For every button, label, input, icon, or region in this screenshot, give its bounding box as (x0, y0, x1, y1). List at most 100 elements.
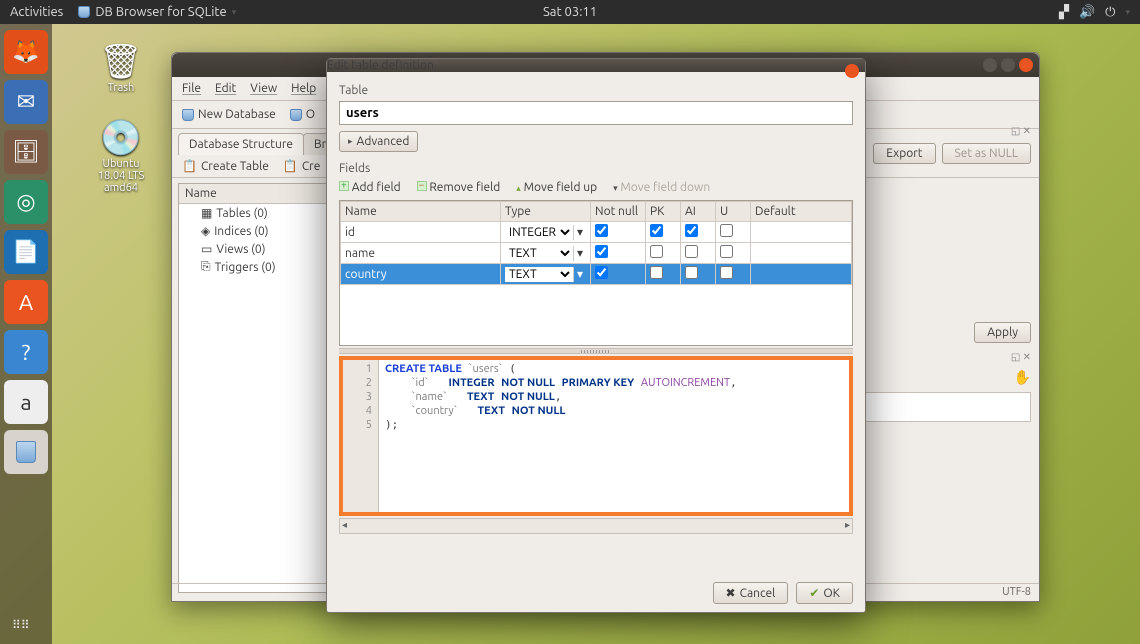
cancel-button[interactable]: ✖Cancel (713, 582, 789, 604)
tree-indices[interactable]: ◈Indices (0) (179, 222, 327, 240)
dock-sqlitebrowser[interactable] (4, 430, 48, 474)
field-pk-cell[interactable] (646, 243, 681, 264)
dock-rhythmbox[interactable]: ◎ (4, 180, 48, 224)
field-default-cell[interactable] (751, 243, 852, 264)
field-row[interactable]: nameTEXT▾ (341, 243, 852, 264)
field-name-cell[interactable]: id (341, 222, 501, 243)
fields-grid-empty[interactable] (340, 285, 852, 345)
dialog-titlebar[interactable]: Edit table definition (327, 59, 865, 72)
dock-help[interactable]: ? (4, 330, 48, 374)
tree-tables[interactable]: ▦Tables (0) (179, 204, 327, 222)
panel-ctrls-2[interactable]: ◱ ✕ (861, 351, 1031, 363)
apply-button[interactable]: Apply (974, 322, 1031, 343)
u-checkbox[interactable] (720, 245, 733, 258)
u-checkbox[interactable] (720, 266, 733, 279)
field-row[interactable]: countryTEXT▾ (341, 264, 852, 285)
col-name[interactable]: Name (341, 202, 501, 222)
add-field-button[interactable]: Add field (339, 181, 401, 194)
create-index-button[interactable]: 📋 Cre (283, 159, 320, 173)
field-ai-cell[interactable] (681, 243, 716, 264)
field-ai-cell[interactable] (681, 264, 716, 285)
field-ai-cell[interactable] (681, 222, 716, 243)
field-row[interactable]: idINTEGER▾ (341, 222, 852, 243)
activities-button[interactable]: Activities (10, 5, 63, 19)
advanced-toggle[interactable]: ▸Advanced (339, 131, 418, 152)
dialog-close-button[interactable] (845, 64, 859, 78)
ai-checkbox[interactable] (685, 266, 698, 279)
notnull-checkbox[interactable] (595, 224, 608, 237)
create-table-button[interactable]: 📋 Create Table (182, 159, 269, 173)
dock-software[interactable]: A (4, 280, 48, 324)
fields-grid[interactable]: Name Type Not null PK AI U Default idINT… (339, 200, 853, 346)
tab-database-structure[interactable]: Database Structure (178, 133, 304, 155)
splitter-handle[interactable] (339, 348, 853, 354)
volume-icon[interactable]: 🔊 (1079, 5, 1095, 20)
remove-field-button[interactable]: Remove field (417, 181, 501, 194)
notnull-checkbox[interactable] (595, 245, 608, 258)
field-pk-cell[interactable] (646, 222, 681, 243)
field-name-cell[interactable]: name (341, 243, 501, 264)
col-pk[interactable]: PK (646, 202, 681, 222)
type-select[interactable]: INTEGER (505, 225, 573, 240)
dock-thunderbird[interactable]: ✉ (4, 80, 48, 124)
panel-ctrls-1[interactable]: ◱ ✕ (861, 125, 1031, 137)
desktop-dvd[interactable]: 💿 Ubuntu 18.04 LTS amd64 (86, 118, 156, 194)
pk-checkbox[interactable] (650, 224, 663, 237)
ok-button[interactable]: ✔OK (796, 582, 853, 604)
col-default[interactable]: Default (751, 202, 852, 222)
menu-help[interactable]: Help (291, 82, 316, 95)
desktop-trash[interactable]: 🗑 Trash (86, 42, 156, 94)
col-type[interactable]: Type (501, 202, 591, 222)
type-select[interactable]: TEXT (505, 246, 573, 261)
field-pk-cell[interactable] (646, 264, 681, 285)
show-applications-button[interactable]: ⠿⠿ (12, 618, 30, 632)
menu-edit[interactable]: Edit (215, 82, 236, 95)
tree-views[interactable]: ▭Views (0) (179, 240, 327, 258)
pk-checkbox[interactable] (650, 245, 663, 258)
network-icon[interactable]: ▞ (1059, 5, 1069, 20)
notnull-checkbox[interactable] (595, 266, 608, 279)
hand-icon[interactable]: ✋ (861, 369, 1031, 386)
new-database-button[interactable]: New Database (182, 108, 276, 121)
topbar-clock[interactable]: Sat 03:11 (543, 5, 597, 19)
field-notnull-cell[interactable] (591, 264, 646, 285)
field-name-cell[interactable]: country (341, 264, 501, 285)
move-field-up-button[interactable]: ▴ Move field up (516, 181, 597, 194)
topbar-app-indicator[interactable]: DB Browser for SQLite ▾ (78, 5, 236, 19)
ai-checkbox[interactable] (685, 245, 698, 258)
sql-horizontal-scrollbar[interactable] (339, 518, 853, 534)
field-type-cell[interactable]: TEXT▾ (501, 264, 591, 285)
export-button[interactable]: Export (873, 143, 935, 164)
field-u-cell[interactable] (716, 264, 751, 285)
col-ai[interactable]: AI (681, 202, 716, 222)
table-name-input[interactable] (339, 101, 853, 125)
system-menu-chevron-icon[interactable]: ▾ (1125, 7, 1130, 18)
field-default-cell[interactable] (751, 264, 852, 285)
u-checkbox[interactable] (720, 224, 733, 237)
field-default-cell[interactable] (751, 222, 852, 243)
maximize-button[interactable] (1001, 58, 1015, 72)
field-notnull-cell[interactable] (591, 222, 646, 243)
open-database-button[interactable]: O (290, 108, 315, 121)
field-u-cell[interactable] (716, 243, 751, 264)
menu-file[interactable]: File (182, 82, 201, 95)
tree-triggers[interactable]: ⎘Triggers (0) (179, 258, 327, 276)
col-notnull[interactable]: Not null (591, 202, 646, 222)
pk-checkbox[interactable] (650, 266, 663, 279)
minimize-button[interactable] (983, 58, 997, 72)
col-u[interactable]: U (716, 202, 751, 222)
dock-writer[interactable]: 📄 (4, 230, 48, 274)
dock-files[interactable]: 🗄 (4, 130, 48, 174)
ai-checkbox[interactable] (685, 224, 698, 237)
sql-code[interactable]: CREATE TABLE `users` ( `id` INTEGER NOT … (379, 360, 743, 512)
close-button[interactable] (1019, 58, 1033, 72)
field-type-cell[interactable]: TEXT▾ (501, 243, 591, 264)
field-notnull-cell[interactable] (591, 243, 646, 264)
field-u-cell[interactable] (716, 222, 751, 243)
schema-tree-header[interactable]: Name (179, 184, 327, 204)
dock-amazon[interactable]: a (4, 380, 48, 424)
menu-view[interactable]: View (250, 82, 277, 95)
dock-firefox[interactable]: 🦊 (4, 30, 48, 74)
type-select[interactable]: TEXT (505, 267, 573, 282)
field-type-cell[interactable]: INTEGER▾ (501, 222, 591, 243)
